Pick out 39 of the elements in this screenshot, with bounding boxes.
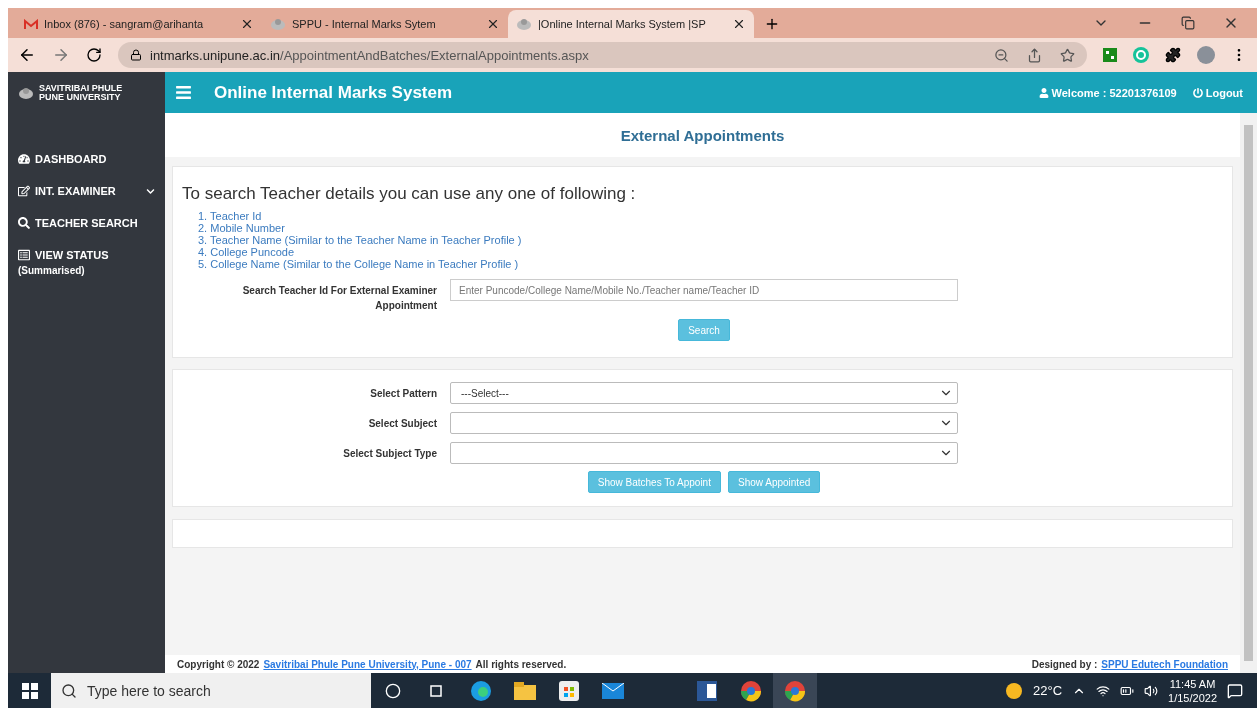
instructions-heading: To search Teacher details you can use any one of following : [182,184,637,204]
university-link[interactable]: Savitribai Phule Pune University, Pune - 007 [263,658,472,670]
sidebar-label: INT. EXAMINER [35,185,116,197]
search-placeholder: Type here to search [87,682,211,699]
search-option: 5. College Name (Similar to the College Name in Teacher Profile ) [198,258,1224,270]
brand-name: SAVITRIBAI PHULE PUNE UNIVERSITY [39,83,123,102]
foundation-link[interactable]: SPPU Edutech Foundation [1101,658,1228,670]
field-label: Select Subject Type [342,446,437,461]
browser-tab[interactable]: SPPU - Internal Marks Sytem [262,10,508,38]
dropdown[interactable]: ---Select--- [450,382,958,404]
clock: 11:45 AM 1/15/2022 [1168,676,1217,705]
address-bar[interactable]: intmarks.unipune.ac.in/AppointmentAndBatches/ExternalAppointments.aspx [118,42,1087,68]
search-option: 1. Teacher Id [198,210,1224,222]
copyright-text: Copyright © 2022 [177,658,260,670]
browser-tab[interactable]: Inbox (876) - sangram@arihanta [16,10,262,38]
dropdown-value: ---Select--- [461,387,509,399]
sidebar-item[interactable]: TEACHER SEARCH [18,217,155,229]
taskbar-search[interactable]: Type here to search [51,673,371,708]
url-text: intmarks.unipune.ac.in/AppointmentAndBatches/ExternalAppointments.aspx [150,47,589,63]
sidebar-sublabel: (Summarised) [18,265,86,276]
field-label: Select Subject [367,416,437,431]
browser-tab[interactable]: |Online Internal Marks System |SP [508,10,754,38]
designed-by-text: Designed by : [1031,658,1098,670]
app-title: Online Internal Marks System [214,82,453,103]
temperature: 22°C [1033,683,1063,698]
search-option: 3. Teacher Name (Similar to the Teacher Name in Teacher Profile ) [198,234,1224,246]
sidebar-label: VIEW STATUS [35,249,109,261]
rights-text: All rights reserved. [475,658,567,670]
sidebar-item[interactable]: DASHBOARD [18,153,155,165]
teacher-search-field[interactable]: Enter Puncode/College Name/Mobile No./Teacher name/Teacher ID [450,279,958,301]
search-option: 4. College Puncode [198,246,1224,258]
sidebar-item[interactable]: VIEW STATUS [18,249,155,261]
sidebar-label: TEACHER SEARCH [35,217,138,229]
page-title: External Appointments [165,113,1240,157]
sidebar-item[interactable]: INT. EXAMINER [18,185,155,197]
field-label: Select Pattern [369,386,437,401]
sidebar-label: DASHBOARD [35,153,107,165]
field-label: Search Teacher Id For External Examiner Appointment [241,284,437,313]
search-option: 2. Mobile Number [198,222,1224,234]
